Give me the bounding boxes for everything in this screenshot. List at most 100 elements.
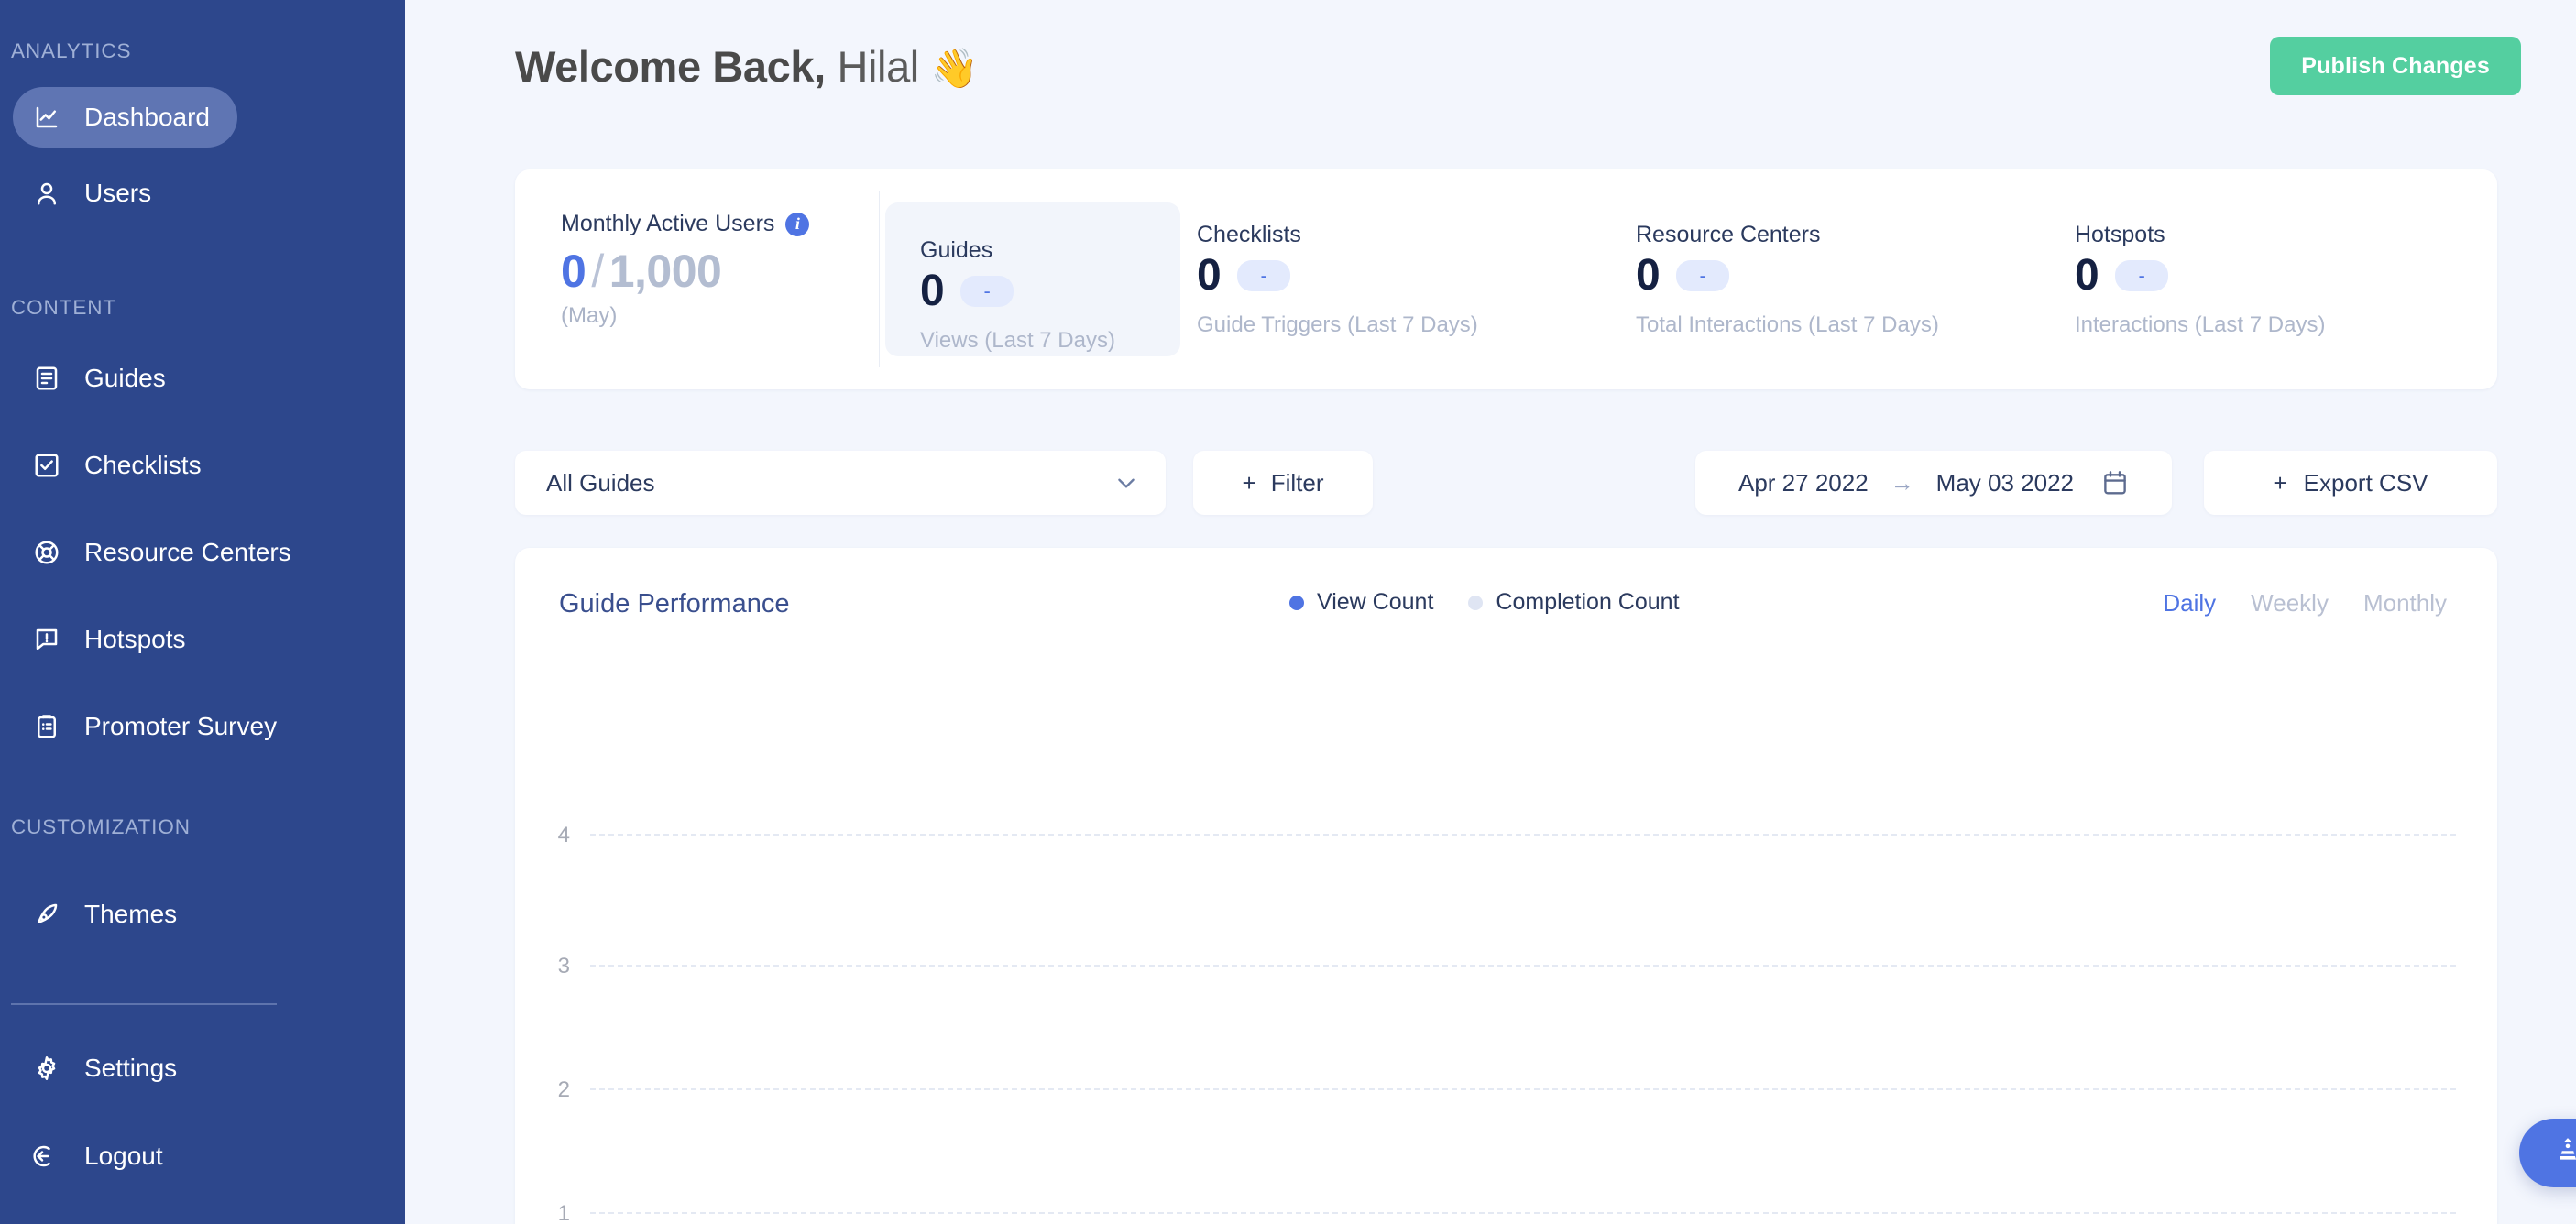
sidebar-item-dashboard[interactable]: Dashboard <box>13 87 237 148</box>
legend-label: View Count <box>1317 589 1434 615</box>
export-csv-button[interactable]: + Export CSV <box>2204 451 2497 515</box>
stat-value: 0 <box>1636 250 1661 300</box>
mau-current: 0 <box>561 246 586 297</box>
sidebar-item-guides[interactable]: Guides <box>13 348 193 409</box>
sidebar-section-content: CONTENT <box>11 296 117 319</box>
sidebar-item-settings[interactable]: Settings <box>13 1038 204 1098</box>
arrow-right-icon: → <box>1890 468 1914 497</box>
sidebar-item-logout[interactable]: Logout <box>13 1126 191 1186</box>
stat-name: Hotspots <box>2075 221 2165 247</box>
stat-subtitle: Total Interactions (Last 7 Days) <box>1636 311 1939 337</box>
get-started-button[interactable]: Get Started! 2 <box>2519 1119 2576 1187</box>
paintbrush-icon <box>33 901 60 928</box>
sidebar-item-users[interactable]: Users <box>13 163 179 224</box>
stat-subtitle: Guide Triggers (Last 7 Days) <box>1197 311 1478 337</box>
chart-legend: View Count Completion Count <box>1289 589 1680 616</box>
sidebar-item-label: Hotspots <box>84 625 186 653</box>
stat-card-hotspots[interactable]: Hotspots 0 - Interactions (Last 7 Days) <box>2058 222 2497 338</box>
guides-select[interactable]: All Guides <box>515 451 1166 515</box>
page-title: Welcome Back, Hilal 👋 <box>515 41 979 92</box>
user-icon <box>33 180 60 207</box>
stat-value: 0 <box>1197 250 1222 300</box>
legend-item-view-count[interactable]: View Count <box>1289 589 1433 616</box>
plus-icon: + <box>2273 469 2287 497</box>
calendar-icon <box>2101 469 2129 497</box>
stat-value-row: 0 - <box>2075 250 2497 300</box>
guide-performance-chart-card: Guide Performance View Count Completion … <box>515 548 2497 1224</box>
clipboard-icon <box>33 713 60 740</box>
date-range-picker[interactable]: Apr 27 2022 → May 03 2022 <box>1695 451 2172 515</box>
stat-badge: - <box>2115 259 2169 291</box>
chart-range-tabs: Daily Weekly Monthly <box>2163 589 2447 617</box>
chart-header: Guide Performance View Count Completion … <box>515 548 2497 619</box>
legend-dot-icon <box>1289 595 1304 610</box>
legend-item-completion-count[interactable]: Completion Count <box>1468 589 1680 616</box>
gridline <box>590 834 2456 836</box>
stat-name: Guides <box>920 237 993 263</box>
y-axis-tick: 3 <box>557 954 570 978</box>
sidebar-item-label: Themes <box>84 900 178 928</box>
sidebar-item-promoter-survey[interactable]: Promoter Survey <box>13 696 304 757</box>
tab-daily[interactable]: Daily <box>2163 589 2216 617</box>
stat-badge: - <box>960 276 1014 307</box>
sidebar-section-customization: CUSTOMIZATION <box>11 815 191 838</box>
stat-value: 0 <box>920 267 945 315</box>
stat-badge: - <box>1676 259 1730 291</box>
monthly-active-users-stat: Monthly Active Users i 0/1,000 (May) <box>515 169 879 389</box>
plus-icon: + <box>1242 469 1256 497</box>
stat-columns: Guides 0 - Views (Last 7 Days) Checklist… <box>880 169 2497 389</box>
sidebar-item-themes[interactable]: Themes <box>13 884 204 945</box>
export-label: Export CSV <box>2303 468 2428 497</box>
filter-label: Filter <box>1270 468 1324 497</box>
gear-icon <box>33 1055 60 1082</box>
mau-month: (May) <box>561 303 618 328</box>
chart-plot-area: 4 3 2 1 0 <box>515 658 2497 1224</box>
chart-line-icon <box>33 104 60 131</box>
stat-card-checklists[interactable]: Checklists 0 - Guide Triggers (Last 7 Da… <box>1180 222 1619 338</box>
mau-separator: / <box>591 246 604 297</box>
sidebar-divider <box>11 1003 277 1005</box>
sidebar-item-resource-centers[interactable]: Resource Centers <box>13 522 319 583</box>
stat-name: Resource Centers <box>1636 221 1821 247</box>
gridline <box>590 1212 2456 1214</box>
stat-card-resource-centers[interactable]: Resource Centers 0 - Total Interactions … <box>1619 222 2058 338</box>
logout-icon <box>33 1142 60 1170</box>
y-axis-tick: 4 <box>557 823 570 847</box>
stat-subtitle: Interactions (Last 7 Days) <box>2075 311 2326 337</box>
sidebar-item-checklists[interactable]: Checklists <box>13 435 229 496</box>
publish-changes-button[interactable]: Publish Changes <box>2270 37 2521 95</box>
alert-box-icon <box>33 626 60 653</box>
gridline <box>590 965 2456 967</box>
sidebar-item-label: Logout <box>84 1142 163 1170</box>
guides-select-value: All Guides <box>546 468 655 497</box>
date-end: May 03 2022 <box>1935 468 2074 497</box>
filters-toolbar: All Guides + Filter Apr 27 2022 → May 03… <box>515 451 2497 515</box>
tab-weekly[interactable]: Weekly <box>2251 589 2329 617</box>
main-content: Welcome Back, Hilal 👋 Publish Changes Mo… <box>405 0 2576 1224</box>
stat-card-guides[interactable]: Guides 0 - Views (Last 7 Days) <box>885 202 1180 356</box>
stat-value: 0 <box>2075 250 2099 300</box>
tab-monthly[interactable]: Monthly <box>2363 589 2447 617</box>
sidebar-item-label: Settings <box>84 1054 178 1082</box>
lifebuoy-icon <box>33 539 60 566</box>
legend-label: Completion Count <box>1496 589 1680 615</box>
date-start: Apr 27 2022 <box>1738 468 1869 497</box>
page-header: Welcome Back, Hilal 👋 Publish Changes <box>405 0 2576 95</box>
wave-emoji-icon: 👋 <box>930 46 979 90</box>
username-text: Hilal <box>837 41 919 91</box>
sidebar-item-hotspots[interactable]: Hotspots <box>13 609 214 670</box>
stat-subtitle: Views (Last 7 Days) <box>920 328 1115 353</box>
sidebar-item-label: Dashboard <box>84 103 210 131</box>
info-icon[interactable]: i <box>785 212 810 236</box>
stats-summary-card: Monthly Active Users i 0/1,000 (May) Gui… <box>515 169 2497 389</box>
stat-name: Checklists <box>1197 221 1301 247</box>
sidebar-item-label: Promoter Survey <box>84 712 278 740</box>
stat-badge: - <box>1237 259 1291 291</box>
add-filter-button[interactable]: + Filter <box>1193 451 1373 515</box>
sidebar-item-label: Checklists <box>84 451 202 479</box>
stat-value-row: 0 - <box>1197 250 1619 300</box>
chevron-down-icon <box>1114 471 1138 495</box>
legend-dot-icon <box>1468 595 1484 610</box>
checkbox-icon <box>33 452 60 479</box>
mau-title-row: Monthly Active Users i <box>561 211 879 237</box>
